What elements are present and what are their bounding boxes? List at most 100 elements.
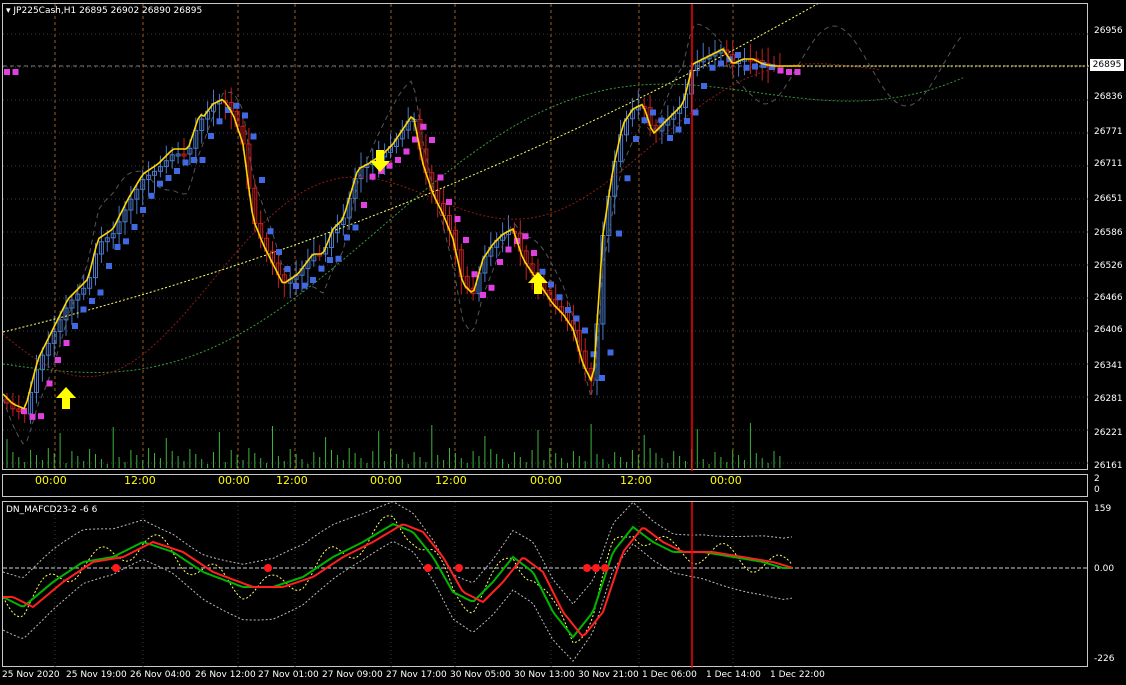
step-ma-marker [539,268,546,275]
price-axis-label: 26221 [1094,428,1123,438]
step-ma-marker [505,246,512,253]
date-axis-label: 1 Dec 14:00 [706,670,761,680]
oscillator-fast-line [3,522,792,639]
step-ma-marker [531,250,537,256]
step-ma-marker [786,69,792,75]
lower-band-line [3,540,793,662]
step-ma-marker [174,168,180,174]
step-ma-marker [403,148,410,155]
date-axis-label: 30 Nov 13:00 [514,670,575,680]
step-ma-marker [165,175,172,181]
step-ma-marker [684,118,690,124]
signal-dot-icon [112,564,120,572]
step-ma-marker [182,159,189,166]
arrow-up-icon [56,387,76,409]
current-price-tag: 26895 [1090,59,1124,71]
price-axis-label: 26651 [1094,194,1123,204]
step-ma-marker [131,224,138,230]
yellow-smooth-line [3,47,801,410]
price-axis-label: 26711 [1094,159,1123,169]
step-ma-marker [301,282,308,289]
step-ma-marker [488,284,495,291]
step-ma-marker [97,289,104,296]
step-ma-marker [743,64,750,71]
step-ma-marker [242,112,248,119]
price-axis-label: 26956 [1094,26,1123,36]
step-ma-marker [556,294,563,301]
step-ma-marker [72,323,78,329]
step-ma-marker [233,102,240,109]
step-ma-marker [777,67,784,74]
step-ma-marker [148,192,155,199]
step-ma-marker [80,306,87,313]
date-axis-label: 25 Nov 2020 [2,670,60,680]
step-ma-marker [548,281,554,288]
step-ma-marker [276,249,282,255]
signal-dot-icon [592,564,600,572]
fast-signal-line [3,515,793,644]
step-ma-marker [497,259,503,265]
step-ma-marker [454,216,461,222]
step-ma-marker [352,224,359,231]
step-ma-marker [420,123,427,130]
signal-dot-icon [583,564,591,572]
indicator-title: DN_MAFCD23-2 -6 6 [6,505,98,515]
step-ma-marker [123,238,129,245]
signal-dot-icon [601,564,609,572]
step-ma-marker [624,175,631,182]
step-ma-marker [752,63,758,70]
step-ma-marker [55,357,61,363]
price-axis-label: 26161 [1094,461,1123,471]
price-axis-label: 26406 [1094,325,1123,335]
step-ma-marker [650,109,656,116]
step-ma-marker [38,413,44,420]
step-ma-marker [259,177,265,183]
envelope-line [3,23,964,445]
red-ma-line [3,63,880,378]
step-ma-marker [216,118,223,125]
date-axis-label: 1 Dec 22:00 [770,670,825,680]
step-ma-marker [89,298,95,304]
date-axis-label: 25 Nov 19:00 [66,670,127,680]
step-ma-marker [29,413,36,420]
step-ma-marker [318,265,325,272]
step-ma-marker [522,233,529,240]
step-ma-marker [565,307,571,313]
indicator-axis-zero: 0.00 [1094,564,1115,574]
step-ma-marker [157,180,163,187]
indicator-panel[interactable] [2,501,1089,668]
price-chart-canvas[interactable] [3,4,1089,471]
date-axis-label: 27 Nov 01:00 [258,670,319,680]
price-axis-label: 26341 [1094,361,1123,371]
oscillator-slow-line [3,523,793,638]
step-ma-marker [191,157,197,163]
indicator-axis-min: -226 [1094,654,1115,664]
trend-ma-line [3,77,964,373]
step-ma-marker [12,69,19,75]
step-ma-marker [284,266,291,272]
step-ma-marker [709,64,716,71]
price-chart-panel[interactable] [2,3,1089,471]
step-ma-marker [114,244,121,250]
step-ma-marker [344,234,350,241]
signal-dot-icon [264,564,272,572]
step-ma-marker [480,292,486,298]
date-axis-label: 1 Dec 06:00 [642,670,697,680]
separator-scale-top: 2 [1094,474,1100,484]
step-ma-marker [335,255,342,262]
step-ma-marker [582,327,588,334]
step-ma-marker [208,133,214,139]
step-ma-marker [395,157,401,163]
date-axis-label: 27 Nov 17:00 [386,670,447,680]
step-ma-marker [463,237,469,243]
step-ma-marker [327,257,333,263]
indicator-canvas[interactable] [3,502,1089,668]
step-ma-marker [599,375,605,381]
price-axis-label: 26771 [1094,127,1123,137]
dropdown-triangle-icon[interactable]: ▾ [6,6,11,16]
separator-panel [2,474,1088,497]
chart-title: ▾ JP225Cash,H1 26895 26902 26890 26895 [6,6,202,16]
step-ma-marker [692,109,699,116]
step-ma-marker [735,52,741,58]
slow-ma-line [3,4,819,333]
